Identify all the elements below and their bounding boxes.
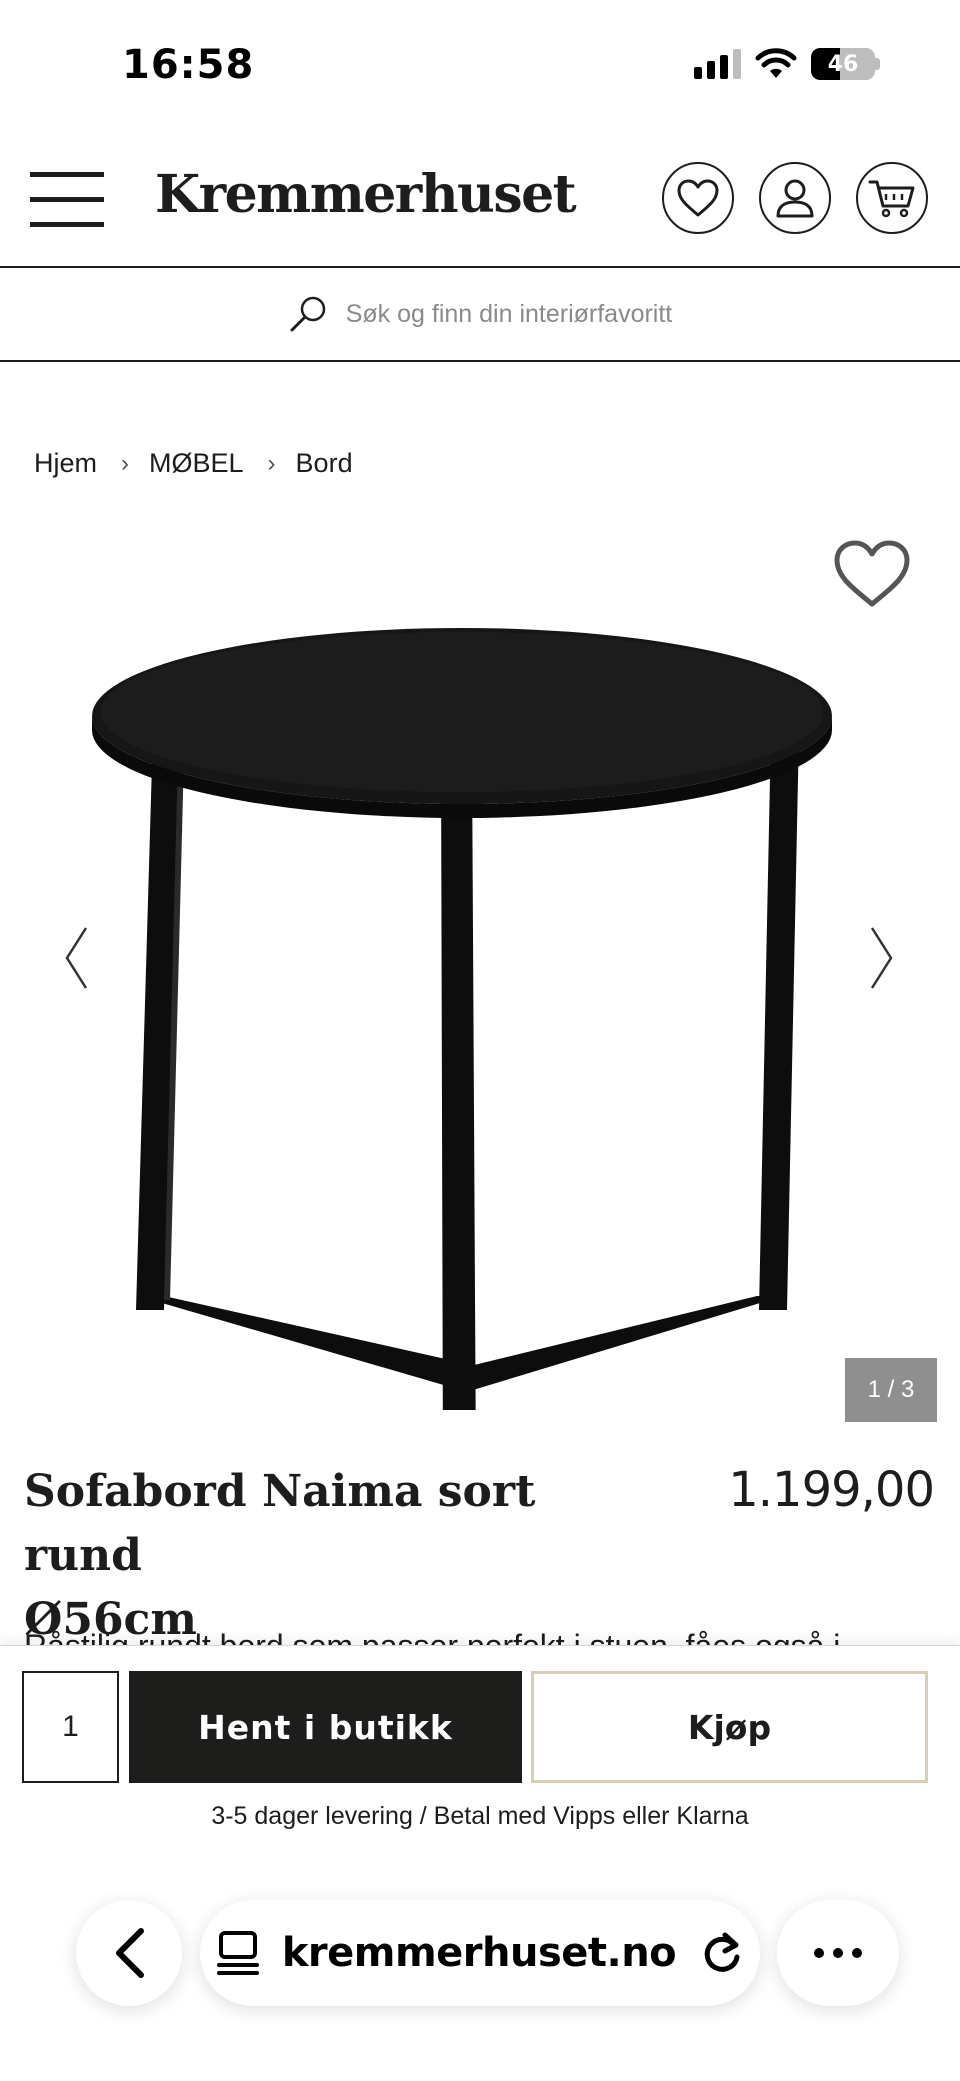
breadcrumb-item-home[interactable]: Hjem xyxy=(34,448,97,479)
address-bar[interactable]: kremmerhuset.no xyxy=(200,1900,760,2006)
page-icon xyxy=(216,1931,259,1975)
slide-counter: 1 / 3 xyxy=(845,1358,937,1422)
delivery-note: 3-5 dager levering / Betal med Vipps ell… xyxy=(211,1802,749,1830)
wifi-icon xyxy=(755,48,797,78)
browser-back-button[interactable] xyxy=(76,1900,182,2006)
search-icon xyxy=(290,296,325,332)
cart-icon xyxy=(868,180,915,218)
site-logo[interactable]: Kremmerhuset xyxy=(155,164,577,225)
search-placeholder: Søk og finn din interiørfavoritt xyxy=(345,299,673,328)
browser-toolbar: kremmerhuset.no xyxy=(0,1850,960,2010)
status-bar: 16:58 46 xyxy=(0,0,960,130)
quantity-input[interactable] xyxy=(22,1671,119,1783)
account-button[interactable] xyxy=(759,162,831,234)
add-to-wishlist-button[interactable] xyxy=(832,538,912,615)
product-price: 1.199,00 xyxy=(728,1462,935,1518)
chevron-right-icon: › xyxy=(267,449,276,477)
product-title-line-1: Sofabord Naima sort rund xyxy=(24,1466,536,1581)
product-description-clip: Råstilig rundt bord som passer perfekt i… xyxy=(24,1628,944,1646)
menu-icon[interactable] xyxy=(30,170,104,230)
battery-icon: 46 xyxy=(811,48,875,80)
next-image-button[interactable] xyxy=(868,925,896,996)
cart-button[interactable] xyxy=(856,162,928,234)
product-image xyxy=(92,628,832,1410)
product-title: Sofabord Naima sort rund Ø56cm xyxy=(24,1460,664,1652)
site-header: Kremmerhuset xyxy=(0,130,960,268)
browser-more-button[interactable] xyxy=(777,1900,899,2006)
status-time: 16:58 xyxy=(122,42,255,88)
chevron-right-icon xyxy=(870,927,893,989)
battery-cap xyxy=(875,58,880,70)
header-actions xyxy=(662,162,928,234)
url-text: kremmerhuset.no xyxy=(281,1930,677,1976)
battery-percent: 46 xyxy=(827,51,859,77)
product-description: Råstilig rundt bord som passer perfekt i… xyxy=(24,1628,841,1646)
heart-icon xyxy=(677,179,719,217)
user-icon xyxy=(776,179,814,218)
buy-button[interactable]: Kjøp xyxy=(531,1671,928,1783)
product-gallery: 1 / 3 xyxy=(0,520,960,1430)
breadcrumb-item-bord[interactable]: Bord xyxy=(296,448,353,479)
back-icon xyxy=(116,1928,144,1978)
heart-icon xyxy=(834,540,910,607)
reload-icon[interactable] xyxy=(700,1929,744,1977)
signal-icon xyxy=(694,49,741,79)
wishlist-button[interactable] xyxy=(662,162,734,234)
pickup-in-store-button[interactable]: Hent i butikk xyxy=(129,1671,522,1783)
chevron-right-icon: › xyxy=(121,449,130,477)
breadcrumb-item-mobel[interactable]: MØBEL xyxy=(149,448,244,479)
status-icons: 46 xyxy=(694,48,880,80)
breadcrumb: Hjem › MØBEL › Bord xyxy=(34,448,353,479)
search-input[interactable]: Søk og finn din interiørfavoritt xyxy=(0,268,960,362)
more-icon xyxy=(814,1948,862,1958)
